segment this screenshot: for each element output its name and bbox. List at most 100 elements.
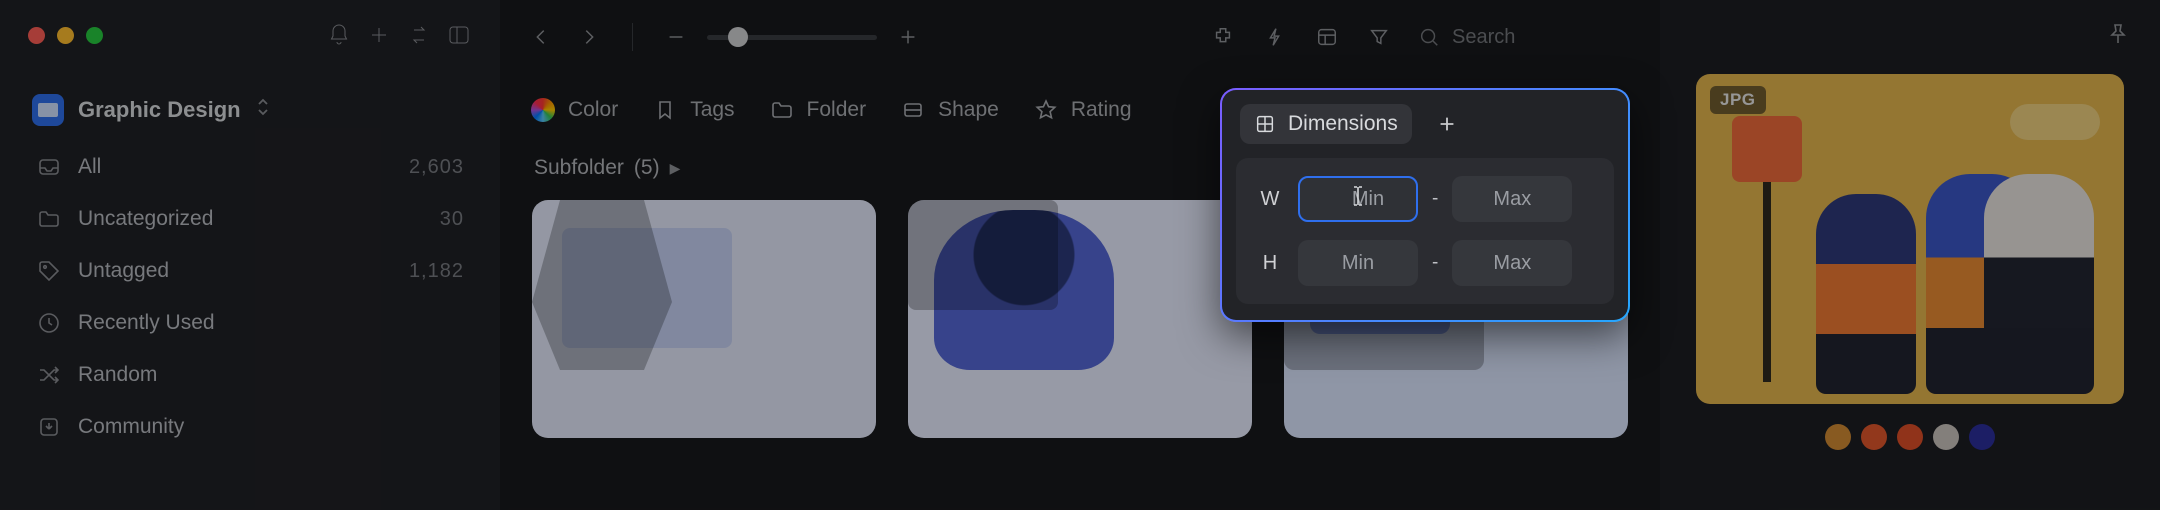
width-max-input[interactable]: Max — [1452, 176, 1572, 222]
chevron-right-icon: ▶ — [670, 160, 681, 177]
zoom-out-icon[interactable] — [663, 24, 689, 50]
preview-image[interactable]: JPG — [1696, 74, 2124, 404]
filter-label: Shape — [938, 98, 999, 122]
sidebar-item-label: Recently Used — [78, 311, 448, 335]
window-controls — [28, 27, 103, 44]
add-icon[interactable] — [366, 22, 392, 48]
filter-icon[interactable] — [1366, 24, 1392, 50]
inspector-panel: JPG — [1660, 0, 2160, 510]
plus-icon — [1436, 113, 1458, 135]
zoom-slider-thumb[interactable] — [728, 27, 748, 47]
filter-tags[interactable]: Tags — [652, 97, 734, 123]
extensions-icon[interactable] — [1210, 24, 1236, 50]
color-swatches — [1660, 404, 2160, 450]
bookmark-icon — [652, 97, 678, 123]
sidebar-item-label: Untagged — [78, 259, 393, 283]
sidebar-item-label: Community — [78, 415, 448, 439]
thumbnail-item[interactable] — [908, 200, 1252, 438]
shuffle-icon — [36, 362, 62, 388]
folder-x-icon — [36, 206, 62, 232]
subfolder-count: (5) — [634, 156, 660, 180]
dimensions-height-row: H Min - Max — [1256, 240, 1594, 286]
filter-folder[interactable]: Folder — [769, 97, 867, 123]
dimensions-icon — [1254, 113, 1276, 135]
dimensions-chip-label: Dimensions — [1288, 112, 1398, 136]
filter-label: Color — [568, 98, 618, 122]
layout-icon[interactable] — [1314, 24, 1340, 50]
height-min-input[interactable]: Min — [1298, 240, 1418, 286]
text-cursor-icon — [1350, 184, 1366, 214]
zoom-control — [663, 24, 921, 50]
sidebar-item-recently-used[interactable]: Recently Used — [18, 300, 482, 346]
search-icon — [1418, 26, 1440, 48]
library-switcher[interactable]: Graphic Design — [0, 70, 500, 136]
color-swatch[interactable] — [1969, 424, 1995, 450]
library-name: Graphic Design — [78, 97, 241, 123]
width-label: W — [1256, 188, 1284, 211]
color-swatch[interactable] — [1933, 424, 1959, 450]
sidebar: Graphic Design All 2,603 Uncategorized 3… — [0, 0, 500, 510]
nav-back-icon[interactable] — [528, 24, 554, 50]
toolbar-separator — [632, 23, 633, 51]
add-filter-button[interactable] — [1432, 109, 1462, 139]
clock-icon — [36, 310, 62, 336]
sync-icon[interactable] — [406, 22, 432, 48]
actions-icon[interactable] — [1262, 24, 1288, 50]
color-swatch[interactable] — [1861, 424, 1887, 450]
sidebar-item-count: 1,182 — [409, 260, 464, 283]
window-maximize-button[interactable] — [86, 27, 103, 44]
sidebar-item-all[interactable]: All 2,603 — [18, 144, 482, 190]
dimensions-width-row: W Min - Max — [1256, 176, 1594, 222]
color-swatch[interactable] — [1825, 424, 1851, 450]
height-label: H — [1256, 252, 1284, 275]
tag-x-icon — [36, 258, 62, 284]
main-toolbar — [500, 0, 1660, 74]
folder-icon — [769, 97, 795, 123]
thumbnail-item[interactable] — [532, 200, 876, 438]
filter-label: Tags — [690, 98, 734, 122]
nav-forward-icon[interactable] — [576, 24, 602, 50]
sidebar-item-count: 30 — [440, 208, 464, 231]
sidebar-list: All 2,603 Uncategorized 30 Untagged 1,18… — [0, 136, 500, 450]
width-min-input[interactable]: Min — [1298, 176, 1418, 222]
subfolder-label: Subfolder — [534, 156, 624, 180]
dimensions-popover: Dimensions W Min - Max H Min — [1220, 88, 1630, 322]
color-wheel-icon — [530, 97, 556, 123]
placeholder-text: Max — [1493, 188, 1531, 211]
filter-label: Folder — [807, 98, 867, 122]
window-minimize-button[interactable] — [57, 27, 74, 44]
placeholder-text: Max — [1493, 252, 1531, 275]
shape-icon — [900, 97, 926, 123]
library-icon — [32, 94, 64, 126]
zoom-slider[interactable] — [707, 35, 877, 40]
filter-shape[interactable]: Shape — [900, 97, 999, 123]
search-input[interactable] — [1452, 26, 1632, 49]
window-titlebar — [0, 0, 500, 70]
sidebar-item-untagged[interactable]: Untagged 1,182 — [18, 248, 482, 294]
notifications-icon[interactable] — [326, 22, 352, 48]
toggle-sidebar-icon[interactable] — [446, 22, 472, 48]
color-swatch[interactable] — [1897, 424, 1923, 450]
filter-color[interactable]: Color — [530, 97, 618, 123]
range-separator: - — [1432, 188, 1438, 210]
height-max-input[interactable]: Max — [1452, 240, 1572, 286]
dimensions-chip[interactable]: Dimensions — [1240, 104, 1412, 144]
sidebar-item-random[interactable]: Random — [18, 352, 482, 398]
filter-rating[interactable]: Rating — [1033, 97, 1132, 123]
sidebar-item-count: 2,603 — [409, 156, 464, 179]
sidebar-item-uncategorized[interactable]: Uncategorized 30 — [18, 196, 482, 242]
dimensions-body: W Min - Max H Min - Max — [1236, 158, 1614, 304]
sidebar-item-label: All — [78, 155, 393, 179]
filter-label: Rating — [1071, 98, 1132, 122]
range-separator: - — [1432, 252, 1438, 274]
search-box[interactable] — [1418, 26, 1632, 49]
pin-icon[interactable] — [2106, 22, 2130, 52]
download-icon — [36, 414, 62, 440]
format-badge: JPG — [1710, 86, 1766, 114]
star-icon — [1033, 97, 1059, 123]
sidebar-item-community[interactable]: Community — [18, 404, 482, 450]
placeholder-text: Min — [1342, 252, 1374, 275]
window-close-button[interactable] — [28, 27, 45, 44]
sidebar-item-label: Random — [78, 363, 448, 387]
zoom-in-icon[interactable] — [895, 24, 921, 50]
